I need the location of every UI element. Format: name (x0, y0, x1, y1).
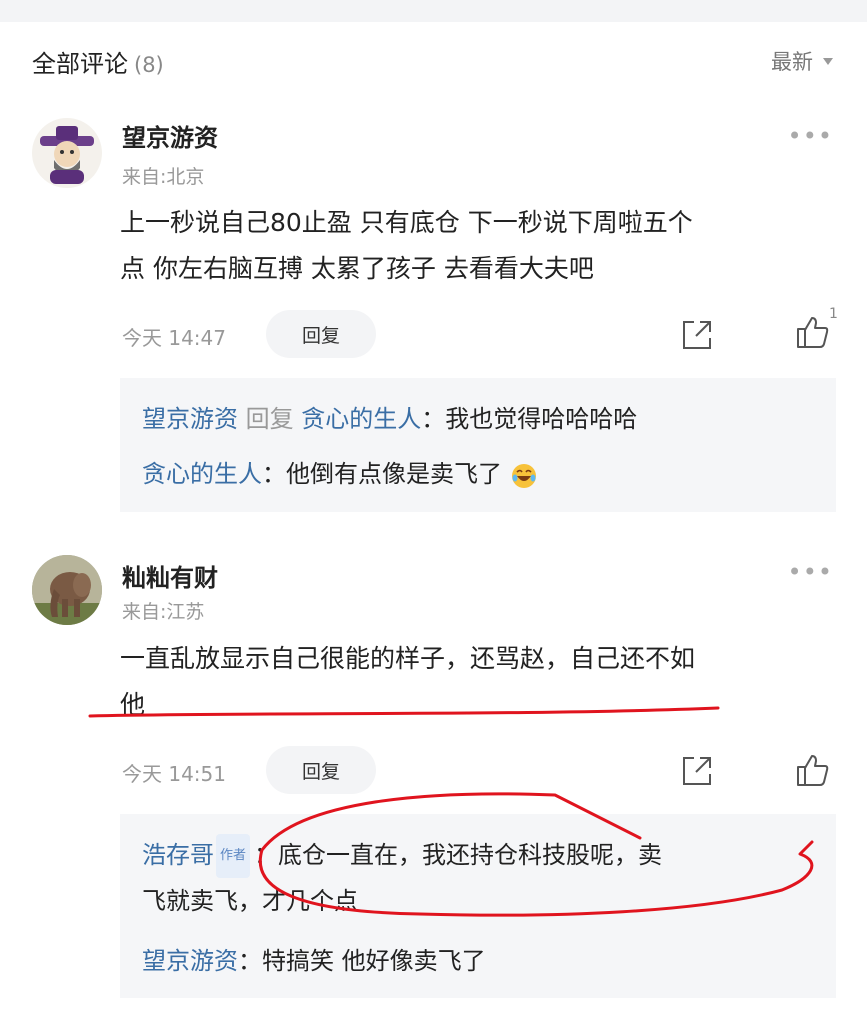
sort-label: 最新 (771, 50, 813, 74)
reply-text: 底仓一直在，我还持仓科技股呢，卖 (278, 841, 663, 869)
comment-text-line: 点 你左右脑互搏 太累了孩子 去看看大夫吧 (120, 254, 594, 283)
reply-thread: 望京游资 回复 贪心的生人：我也觉得哈哈哈哈 贪心的生人：他倒有点像是卖飞了 (120, 378, 836, 512)
reply-keyword: 回复 (245, 405, 294, 433)
comments-header: 全部评论 (8) 最新 (0, 22, 867, 100)
comments-count: (8) (134, 53, 164, 77)
comment-text: 上一秒说自己80止盈 只有底仓 下一秒说下周啦五个 点 你左右脑互搏 太累了孩子… (120, 200, 820, 292)
share-icon[interactable] (680, 318, 714, 352)
reply-text: 我也觉得哈哈哈哈 (445, 405, 638, 433)
top-strip (0, 0, 867, 22)
reply-author[interactable]: 浩存哥 (142, 841, 214, 869)
comments-title-text: 全部评论 (32, 50, 128, 78)
reply-text: 特搞笑 他好像卖飞了 (262, 947, 486, 975)
reply-author[interactable]: 贪心的生人 (142, 460, 262, 488)
more-options-icon[interactable]: ••• (788, 122, 833, 150)
reply-author[interactable]: 望京游资 (142, 405, 238, 433)
reply-button[interactable]: 回复 (266, 310, 376, 358)
reply-target[interactable]: 贪心的生人 (301, 405, 421, 433)
reply-text: 飞就卖飞，才几个点 (142, 887, 358, 915)
avatar[interactable] (32, 555, 102, 625)
laughing-emoji-icon (510, 461, 538, 489)
share-icon[interactable] (680, 754, 714, 788)
reply-separator: ： (262, 460, 286, 488)
location-label: 来自:江苏 (122, 601, 205, 623)
reply-separator: ： (254, 841, 279, 869)
comment-text: 一直乱放显示自己很能的样子，还骂赵，自己还不如 他 (120, 636, 820, 728)
thumbs-up-icon[interactable] (795, 314, 831, 350)
comment-text-line: 上一秒说自己80止盈 只有底仓 下一秒说下周啦五个 (120, 208, 693, 237)
reply-button[interactable]: 回复 (266, 746, 376, 794)
reply-separator: ： (238, 947, 262, 975)
reply-separator: ： (421, 405, 446, 433)
comment-text-line: 一直乱放显示自己很能的样子，还骂赵，自己还不如 (120, 644, 696, 673)
reply-item-continued: 飞就卖飞，才几个点 (142, 880, 358, 922)
username[interactable]: 望京游资 (122, 118, 218, 153)
reply-item: 贪心的生人：他倒有点像是卖飞了 (142, 453, 538, 495)
reply-item: 望京游资 回复 贪心的生人：我也觉得哈哈哈哈 (142, 398, 637, 440)
more-options-icon[interactable]: ••• (788, 558, 833, 586)
reply-text: 他倒有点像是卖飞了 (286, 460, 502, 488)
author-badge: 作者 (216, 834, 251, 878)
sort-dropdown[interactable]: 最新 (771, 46, 833, 76)
location-label: 来自:北京 (122, 166, 205, 188)
comment-time: 今天 14:47 (122, 326, 226, 350)
avatar[interactable] (32, 118, 102, 188)
caret-down-icon (823, 57, 833, 65)
reply-thread: 浩存哥 作者 ：底仓一直在，我还持仓科技股呢，卖 飞就卖飞，才几个点 望京游资：特搞… (120, 814, 836, 998)
reply-item: 浩存哥 作者 ：底仓一直在，我还持仓科技股呢，卖 (142, 834, 662, 878)
thumbs-up-icon[interactable] (795, 752, 831, 788)
like-count: 1 (829, 306, 838, 322)
reply-item: 望京游资：特搞笑 他好像卖飞了 (142, 940, 486, 982)
username[interactable]: 籼籼有财 (122, 558, 218, 593)
comment-time: 今天 14:51 (122, 762, 226, 786)
comments-title: 全部评论 (8) (32, 44, 164, 79)
comment-text-line: 他 (120, 690, 146, 719)
reply-author[interactable]: 望京游资 (142, 947, 238, 975)
